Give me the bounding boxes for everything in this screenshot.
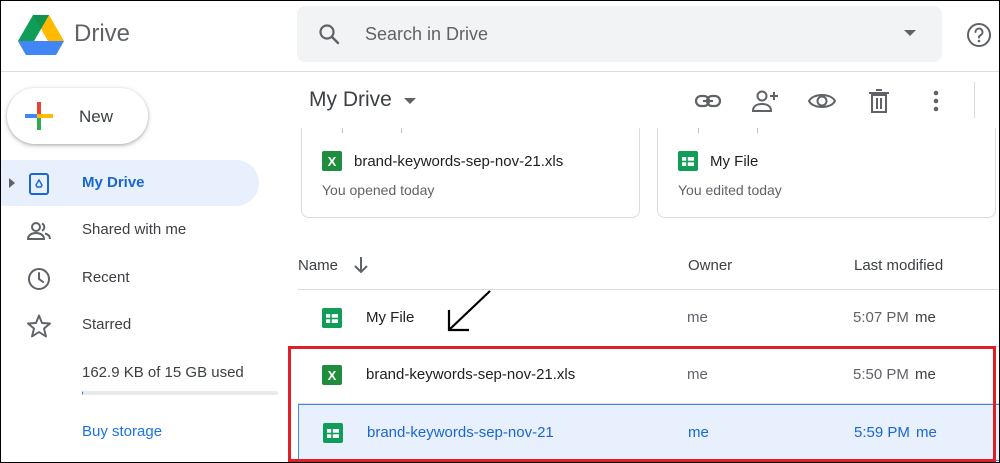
help-icon[interactable]	[966, 22, 992, 48]
sheets-file-icon	[323, 423, 343, 443]
sort-arrow-down-icon[interactable]	[352, 255, 370, 275]
trash-icon[interactable]	[865, 87, 893, 115]
new-button-label: New	[79, 107, 114, 126]
new-button[interactable]: New	[7, 88, 148, 144]
sidebar-item-starred[interactable]: Starred	[0, 302, 259, 348]
card-file-name: My File	[710, 153, 759, 170]
quick-access-card[interactable]: X brand-keywords-sep-nov-21.xls You open…	[301, 128, 640, 218]
column-header-name[interactable]: Name	[298, 257, 338, 274]
card-activity-text: You edited today	[678, 182, 782, 198]
quick-access-card[interactable]: My File You edited today	[657, 128, 996, 218]
more-vert-icon[interactable]	[922, 87, 950, 115]
sidebar-item-my-drive[interactable]: My Drive	[0, 160, 259, 206]
card-thumbnail-edge	[698, 128, 758, 133]
card-file-name: brand-keywords-sep-nov-21.xls	[354, 153, 564, 170]
column-header-owner: Owner	[688, 257, 733, 274]
plus-icon	[25, 102, 53, 130]
excel-file-icon: X	[322, 151, 342, 171]
toolbar-divider	[974, 82, 975, 118]
drive-logo-icon[interactable]	[18, 15, 64, 55]
svg-text:X: X	[328, 154, 337, 169]
svg-text:X: X	[328, 368, 337, 383]
excel-file-icon: X	[322, 365, 342, 385]
sidebar-item-label: My Drive	[82, 174, 145, 191]
file-row-selected[interactable]: brand-keywords-sep-nov-21 me 5:59 PM me	[298, 404, 1000, 461]
sidebar-item-label: Recent	[82, 269, 130, 286]
card-thumbnail-edge	[342, 128, 402, 133]
search-bar[interactable]	[297, 6, 942, 62]
storage-usage-text: 162.9 KB of 15 GB used	[82, 364, 244, 381]
search-input[interactable]	[365, 6, 865, 62]
sidebar-item-label: Starred	[82, 316, 132, 333]
file-owner: me	[687, 366, 708, 383]
file-list-header: Name Owner Last modified	[298, 240, 1000, 290]
sidebar-item-label: Shared with me	[82, 221, 187, 238]
expand-caret-icon[interactable]	[9, 178, 15, 188]
sheets-file-icon	[322, 308, 342, 328]
clock-icon	[28, 268, 50, 290]
title-dropdown-icon[interactable]	[404, 98, 416, 104]
file-name: brand-keywords-sep-nov-21	[367, 424, 554, 441]
file-modified-by: me	[916, 424, 937, 441]
file-owner: me	[688, 424, 709, 441]
file-row[interactable]: X brand-keywords-sep-nov-21.xls me 5:50 …	[298, 347, 1000, 404]
search-options-dropdown-icon[interactable]	[904, 30, 916, 36]
storage-usage-fill	[82, 391, 83, 395]
page-title[interactable]: My Drive	[309, 88, 392, 112]
people-icon	[26, 222, 51, 240]
file-modified-time: 5:50 PM	[853, 366, 909, 383]
file-modified-time: 5:59 PM	[854, 424, 910, 441]
add-person-icon[interactable]	[751, 87, 779, 115]
storage-usage-bar	[82, 391, 278, 395]
search-icon[interactable]	[317, 22, 341, 46]
file-modified-time: 5:07 PM	[853, 309, 909, 326]
sheets-file-icon	[678, 151, 698, 171]
link-icon[interactable]	[694, 87, 722, 115]
app-brand-name[interactable]: Drive	[74, 20, 130, 48]
card-activity-text: You opened today	[322, 182, 435, 198]
star-icon	[27, 314, 51, 338]
top-bar: Drive	[0, 0, 1000, 72]
file-modified-by: me	[915, 366, 936, 383]
file-owner: me	[687, 309, 708, 326]
buy-storage-link[interactable]: Buy storage	[82, 423, 162, 440]
sidebar-item-recent[interactable]: Recent	[0, 255, 259, 301]
column-header-last-modified[interactable]: Last modified	[854, 257, 943, 274]
preview-eye-icon[interactable]	[808, 87, 836, 115]
file-modified-by: me	[915, 309, 936, 326]
file-row[interactable]: My File me 5:07 PM me	[298, 290, 1000, 347]
annotation-arrow-icon	[447, 290, 491, 332]
sidebar-item-shared-with-me[interactable]: Shared with me	[0, 207, 259, 253]
my-drive-icon	[29, 173, 49, 195]
file-name: brand-keywords-sep-nov-21.xls	[366, 366, 576, 383]
file-name: My File	[366, 309, 415, 326]
